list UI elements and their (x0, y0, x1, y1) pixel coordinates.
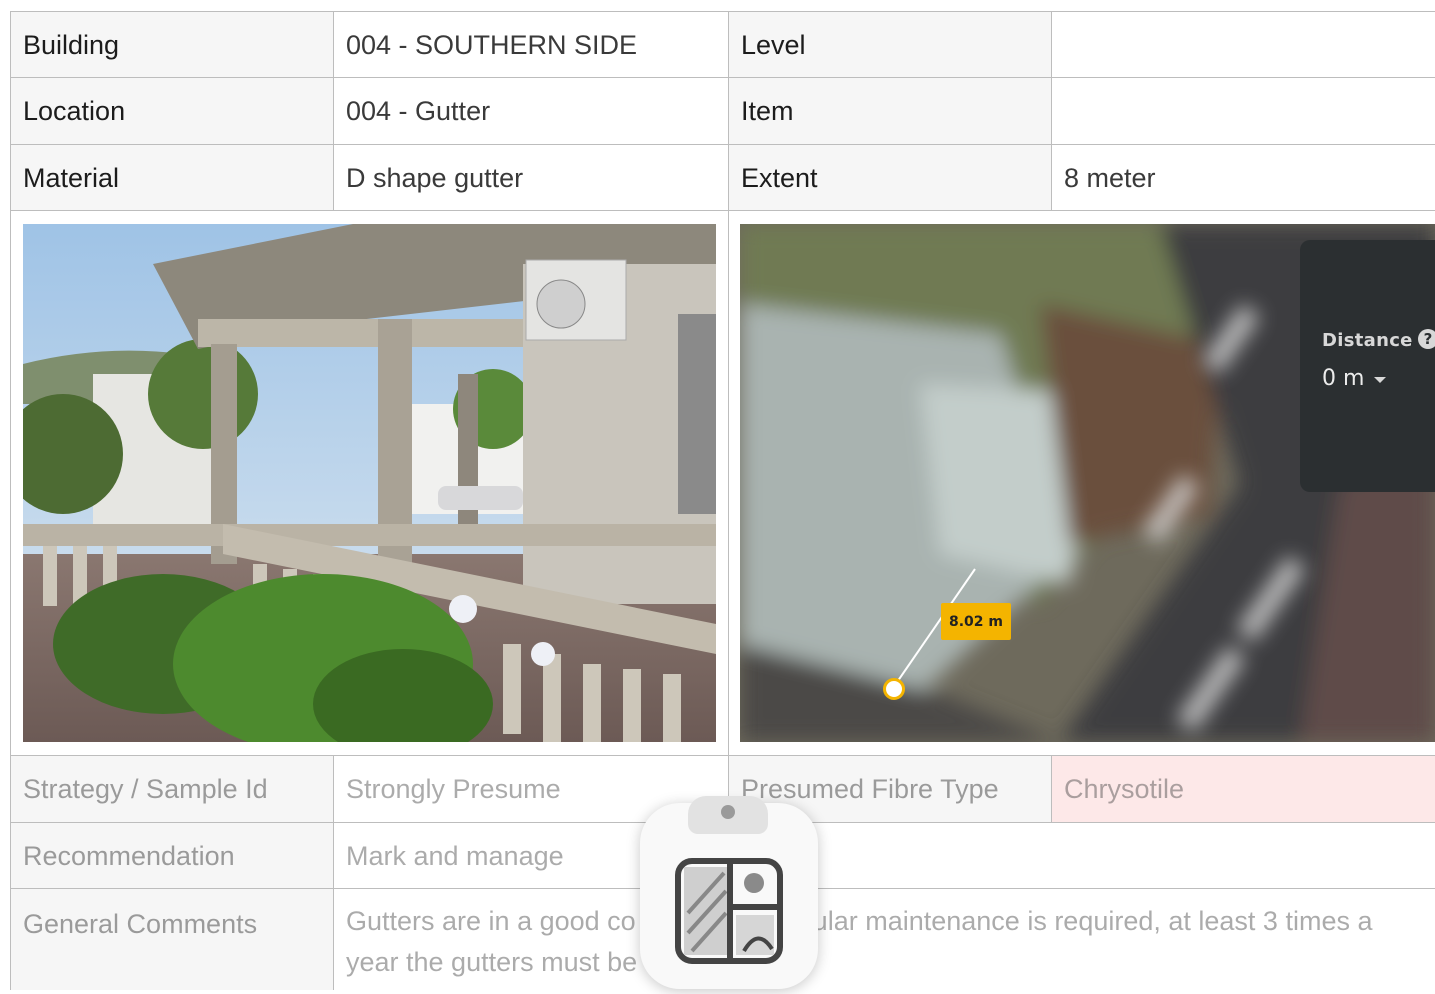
recommendation-label: Recommendation (10, 823, 333, 889)
level-label: Level (728, 12, 1051, 78)
item-value (1051, 78, 1435, 145)
distance-panel: Distance ? 0 m (1300, 240, 1435, 492)
chevron-down-icon[interactable] (1374, 377, 1386, 383)
fibre-type-value: Chrysotile (1051, 756, 1435, 823)
extent-label: Extent (728, 145, 1051, 211)
porch-photo-illustration (23, 224, 716, 742)
distance-title: Distance (1322, 330, 1413, 351)
location-value: 004 - Gutter (333, 78, 728, 145)
clipboard-clip-dot (721, 805, 735, 819)
help-icon[interactable]: ? (1418, 329, 1435, 349)
location-label: Location (10, 78, 333, 145)
measurement-point[interactable] (883, 678, 905, 700)
building-label: Building (10, 12, 333, 78)
distance-value[interactable]: 0 m (1322, 366, 1364, 391)
measurement-label: 8.02 m (941, 603, 1011, 640)
item-label: Item (728, 78, 1051, 145)
site-photo[interactable] (23, 224, 716, 742)
level-value (1051, 12, 1435, 78)
extent-value: 8 meter (1051, 145, 1435, 211)
comments-label: General Comments (10, 889, 333, 990)
building-value: 004 - SOUTHERN SIDE (333, 12, 728, 78)
strategy-label: Strategy / Sample Id (10, 756, 333, 823)
comments-value: Gutters are in a good co gular maintenan… (346, 906, 1373, 977)
material-value: D shape gutter (333, 145, 728, 211)
recommendation-value: Mark and manage (333, 823, 1435, 889)
material-label: Material (10, 145, 333, 211)
